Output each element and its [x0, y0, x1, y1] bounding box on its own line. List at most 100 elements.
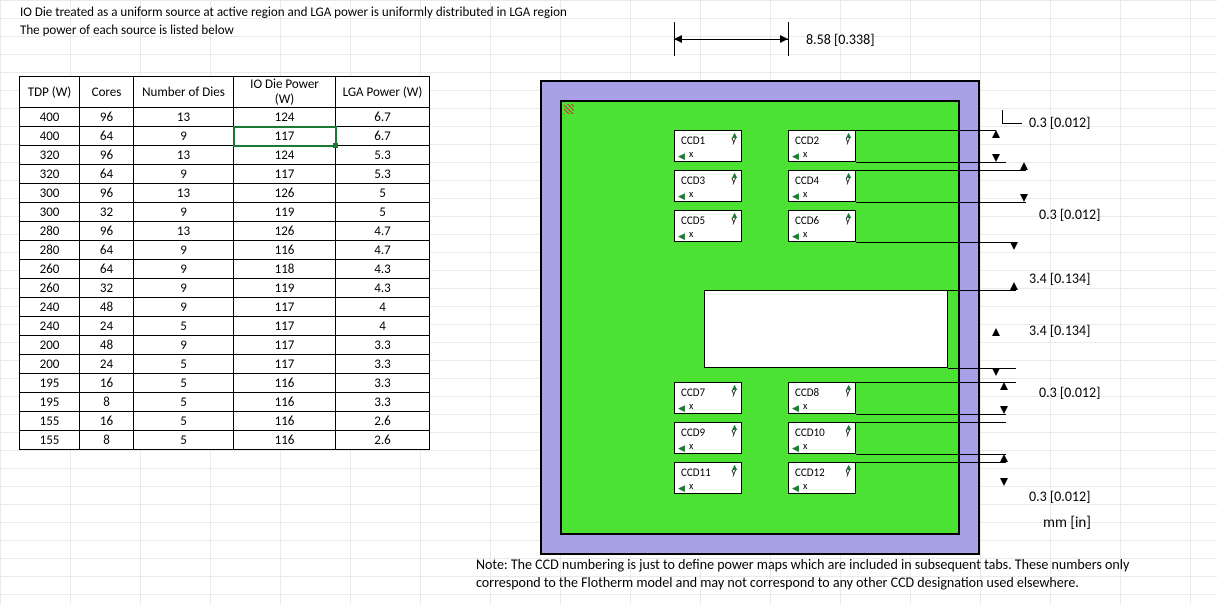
table-cell[interactable]: 9 [134, 260, 234, 279]
table-cell[interactable]: 280 [20, 222, 80, 241]
table-row[interactable]: 2806491164.7 [20, 241, 430, 260]
col-tdp[interactable]: TDP (W) [20, 77, 80, 108]
table-cell[interactable]: 13 [134, 222, 234, 241]
table-cell[interactable]: 260 [20, 260, 80, 279]
table-cell[interactable]: 5 [134, 374, 234, 393]
table-cell[interactable]: 240 [20, 317, 80, 336]
table-row[interactable]: 2004891173.3 [20, 336, 430, 355]
table-cell[interactable]: 320 [20, 165, 80, 184]
table-cell[interactable]: 240 [20, 298, 80, 317]
table-cell[interactable]: 16 [80, 374, 134, 393]
table-cell[interactable]: 9 [134, 127, 234, 146]
table-cell[interactable]: 300 [20, 184, 80, 203]
table-row[interactable]: 2402451174 [20, 317, 430, 336]
table-cell[interactable]: 116 [234, 374, 336, 393]
table-cell[interactable]: 117 [234, 317, 336, 336]
table-cell[interactable]: 13 [134, 108, 234, 127]
table-cell[interactable]: 64 [80, 241, 134, 260]
table-cell[interactable]: 9 [134, 279, 234, 298]
table-cell[interactable]: 4.7 [336, 222, 430, 241]
table-cell[interactable]: 48 [80, 298, 134, 317]
table-row[interactable]: 2002451173.3 [20, 355, 430, 374]
table-cell[interactable]: 48 [80, 336, 134, 355]
table-cell[interactable]: 8 [80, 431, 134, 450]
table-row[interactable]: 1951651163.3 [20, 374, 430, 393]
table-cell[interactable]: 126 [234, 222, 336, 241]
table-cell[interactable]: 96 [80, 184, 134, 203]
table-cell[interactable]: 320 [20, 146, 80, 165]
table-cell[interactable]: 64 [80, 165, 134, 184]
table-cell[interactable]: 300 [20, 203, 80, 222]
table-cell[interactable]: 96 [80, 146, 134, 165]
table-cell[interactable]: 32 [80, 279, 134, 298]
power-table[interactable]: TDP (W) Cores Number of Dies IO Die Powe… [19, 76, 430, 450]
table-row[interactable]: 2606491184.3 [20, 260, 430, 279]
table-cell[interactable]: 5 [134, 431, 234, 450]
table-cell[interactable]: 3.3 [336, 374, 430, 393]
table-cell[interactable]: 9 [134, 298, 234, 317]
table-cell[interactable]: 116 [234, 241, 336, 260]
table-cell[interactable]: 124 [234, 146, 336, 165]
table-cell[interactable]: 24 [80, 355, 134, 374]
table-cell[interactable]: 117 [234, 336, 336, 355]
table-cell[interactable]: 126 [234, 184, 336, 203]
table-cell[interactable]: 117 [234, 355, 336, 374]
table-cell[interactable]: 5 [134, 393, 234, 412]
table-cell[interactable]: 4.3 [336, 260, 430, 279]
table-row[interactable]: 155851162.6 [20, 431, 430, 450]
table-cell[interactable]: 116 [234, 393, 336, 412]
table-cell[interactable]: 4 [336, 317, 430, 336]
table-cell[interactable]: 155 [20, 431, 80, 450]
table-cell[interactable]: 2.6 [336, 412, 430, 431]
table-cell[interactable]: 9 [134, 336, 234, 355]
table-row[interactable]: 2404891174 [20, 298, 430, 317]
table-cell[interactable]: 13 [134, 146, 234, 165]
table-row[interactable]: 40096131246.7 [20, 108, 430, 127]
table-cell[interactable]: 195 [20, 374, 80, 393]
table-cell[interactable]: 5.3 [336, 146, 430, 165]
table-cell[interactable]: 96 [80, 222, 134, 241]
table-row[interactable]: 32096131245.3 [20, 146, 430, 165]
table-cell[interactable]: 200 [20, 355, 80, 374]
table-cell[interactable]: 6.7 [336, 108, 430, 127]
table-cell[interactable]: 200 [20, 336, 80, 355]
table-cell[interactable]: 5 [134, 412, 234, 431]
table-cell[interactable]: 117 [234, 127, 336, 146]
table-cell[interactable]: 116 [234, 412, 336, 431]
table-cell[interactable]: 117 [234, 298, 336, 317]
table-cell[interactable]: 400 [20, 127, 80, 146]
table-cell[interactable]: 4.7 [336, 241, 430, 260]
table-cell[interactable]: 5 [134, 317, 234, 336]
table-cell[interactable]: 13 [134, 184, 234, 203]
table-row[interactable]: 28096131264.7 [20, 222, 430, 241]
table-cell[interactable]: 260 [20, 279, 80, 298]
table-cell[interactable]: 3.3 [336, 355, 430, 374]
table-cell[interactable]: 5.3 [336, 165, 430, 184]
table-cell[interactable]: 119 [234, 279, 336, 298]
col-lga[interactable]: LGA Power (W) [336, 77, 430, 108]
table-cell[interactable]: 9 [134, 203, 234, 222]
table-row[interactable]: 195851163.3 [20, 393, 430, 412]
col-dies[interactable]: Number of Dies [134, 77, 234, 108]
table-row[interactable]: 2603291194.3 [20, 279, 430, 298]
table-cell[interactable]: 32 [80, 203, 134, 222]
col-cores[interactable]: Cores [80, 77, 134, 108]
table-cell[interactable]: 5 [134, 355, 234, 374]
table-cell[interactable]: 96 [80, 108, 134, 127]
table-cell[interactable]: 9 [134, 165, 234, 184]
table-cell[interactable]: 400 [20, 108, 80, 127]
table-cell[interactable]: 16 [80, 412, 134, 431]
table-cell[interactable]: 64 [80, 260, 134, 279]
table-cell[interactable]: 280 [20, 241, 80, 260]
table-cell[interactable]: 116 [234, 431, 336, 450]
table-cell[interactable]: 64 [80, 127, 134, 146]
table-cell[interactable]: 195 [20, 393, 80, 412]
table-cell[interactable]: 124 [234, 108, 336, 127]
table-cell[interactable]: 4.3 [336, 279, 430, 298]
table-cell[interactable]: 2.6 [336, 431, 430, 450]
table-cell[interactable]: 5 [336, 184, 430, 203]
table-cell[interactable]: 9 [134, 241, 234, 260]
table-cell[interactable]: 6.7 [336, 127, 430, 146]
table-row[interactable]: 3206491175.3 [20, 165, 430, 184]
table-row[interactable]: 30096131265 [20, 184, 430, 203]
